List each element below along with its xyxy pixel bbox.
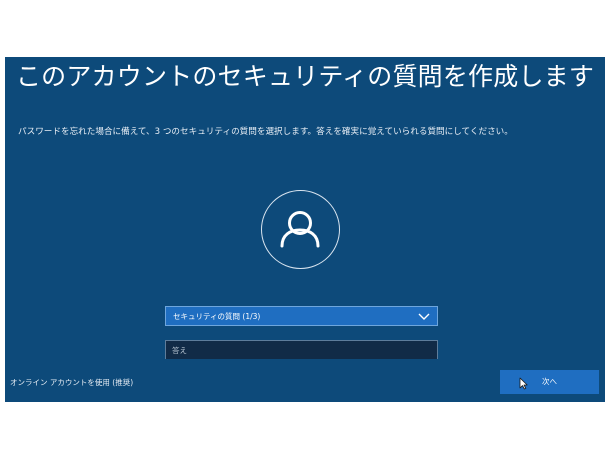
screenshot-frame: このアカウントのセキュリティの質問を作成します パスワードを忘れた場合に備えて、… xyxy=(0,0,610,460)
mouse-pointer-icon xyxy=(519,377,528,390)
user-silhouette-icon xyxy=(280,211,320,248)
user-avatar xyxy=(261,190,340,269)
security-question-dropdown[interactable]: セキュリティの質問 (1/3) xyxy=(165,306,438,326)
use-online-account-link[interactable]: オンライン アカウントを使用 (推奨) xyxy=(10,377,133,388)
security-question-selected: セキュリティの質問 (1/3) xyxy=(173,312,261,321)
chevron-down-icon xyxy=(418,313,430,320)
page-instructions: パスワードを忘れた場合に備えて、3 つのセキュリティの質問を選択します。答えを確… xyxy=(18,127,513,137)
next-button[interactable]: 次へ xyxy=(500,370,599,394)
answer-input[interactable] xyxy=(165,340,438,359)
page-title: このアカウントのセキュリティの質問を作成します xyxy=(15,62,595,91)
security-questions-screen: このアカウントのセキュリティの質問を作成します パスワードを忘れた場合に備えて、… xyxy=(5,57,605,402)
